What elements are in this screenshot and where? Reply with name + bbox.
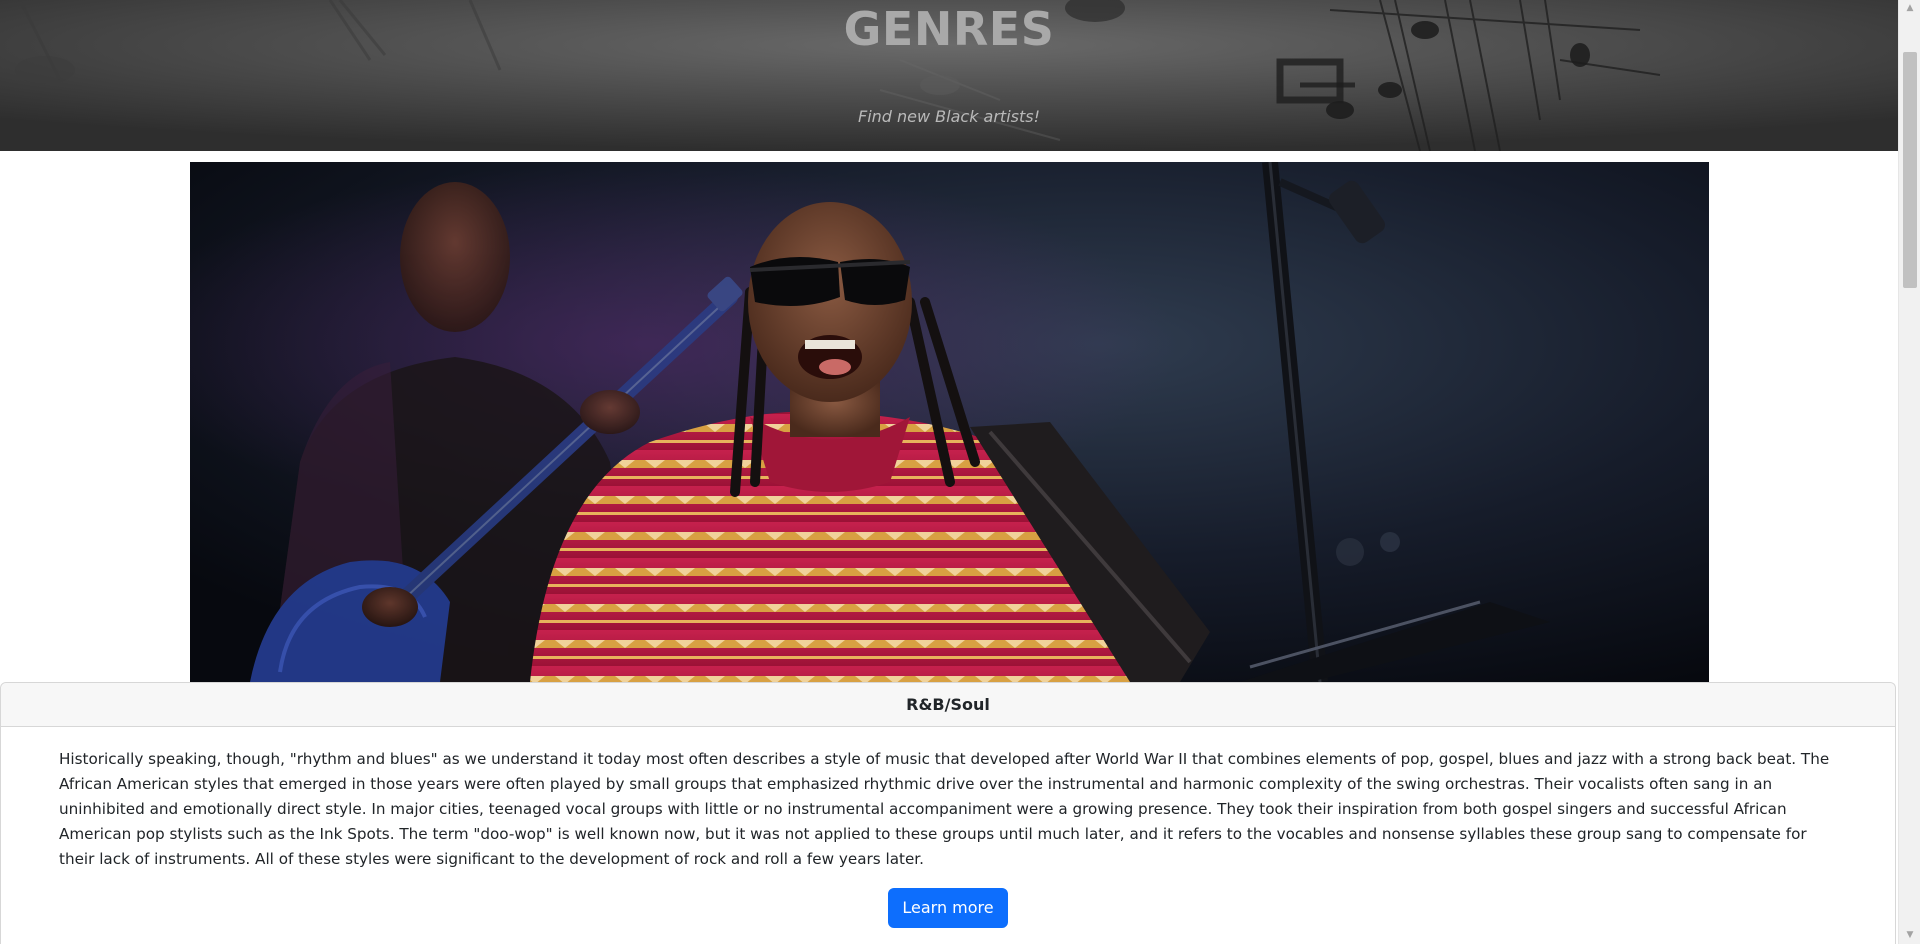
page-scrollbar[interactable]: ▲ ▼ (1898, 0, 1920, 944)
performer-photo (190, 162, 1709, 682)
genre-card-header: R&B/Soul (1, 683, 1895, 727)
page-title: GENRES (843, 2, 1055, 56)
genre-card-body: Historically speaking, though, "rhythm a… (1, 727, 1895, 928)
genre-card: R&B/Soul Historically speaking, though, … (0, 682, 1896, 944)
genre-description: Historically speaking, though, "rhythm a… (59, 750, 1830, 868)
scroll-up-arrow-icon[interactable]: ▲ (1899, 0, 1920, 17)
page: GENRES Find new Black artists! R&B/Soul … (0, 0, 1920, 944)
learn-more-button[interactable]: Learn more (888, 888, 1008, 928)
button-container: Learn more (59, 888, 1837, 928)
page-subtitle: Find new Black artists! (857, 107, 1041, 126)
genres-banner: GENRES Find new Black artists! (0, 0, 1898, 151)
scroll-down-arrow-icon[interactable]: ▼ (1899, 927, 1920, 944)
hero-image (190, 162, 1709, 682)
scroll-thumb[interactable] (1903, 52, 1917, 288)
